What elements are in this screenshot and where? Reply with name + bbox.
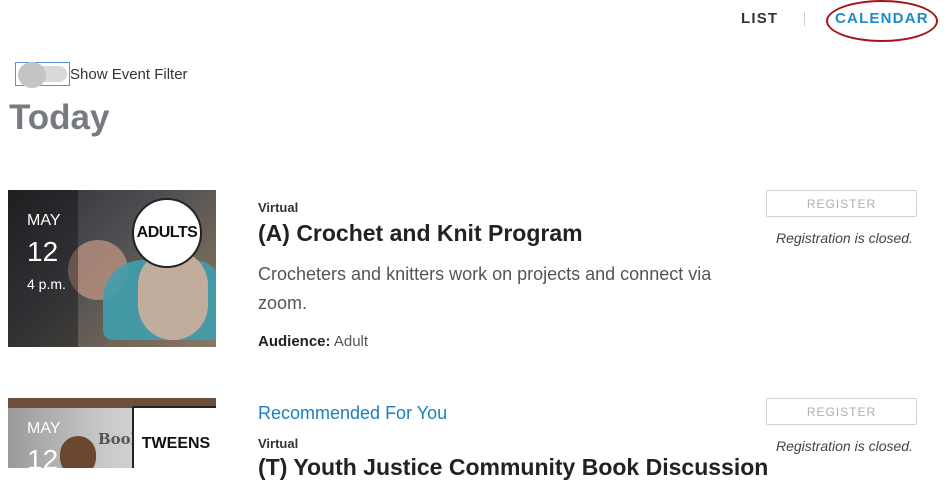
event-image[interactable]: Book CHA MAY 12 TWEENS: [8, 398, 216, 468]
event-title-link[interactable]: (T) Youth Justice Community Book Discuss…: [258, 454, 768, 481]
registration-status: Registration is closed.: [776, 230, 913, 246]
audience-value: Adult: [333, 333, 369, 350]
recommended-tag[interactable]: Recommended For You: [258, 403, 447, 424]
event-location: Virtual: [258, 436, 299, 451]
list-view-link[interactable]: LIST: [741, 10, 778, 27]
event-month: MAY: [27, 420, 61, 437]
toggle-knob: [18, 62, 46, 88]
nav-divider: [804, 12, 805, 26]
event-image[interactable]: MAY 12 4 p.m. ADULTS: [8, 190, 216, 347]
event-filter-toggle[interactable]: [15, 62, 70, 88]
audience-badge: ADULTS: [132, 198, 202, 268]
event-audience: Audience: Adult: [258, 333, 368, 350]
event-title-link[interactable]: (A) Crochet and Knit Program: [258, 220, 583, 247]
audience-badge: TWEENS: [132, 406, 216, 468]
event-day: 12: [27, 444, 59, 468]
calendar-view-link[interactable]: CALENDAR: [835, 10, 929, 27]
register-button[interactable]: REGISTER: [766, 190, 917, 217]
audience-label: Audience:: [258, 333, 331, 350]
event-day: 12: [27, 236, 59, 267]
page-title: Today: [9, 98, 110, 137]
event-month: MAY: [27, 212, 61, 229]
event-location: Virtual: [258, 200, 299, 215]
event-card: Book CHA MAY 12 TWEENS Recommended For Y…: [0, 398, 947, 481]
registration-status: Registration is closed.: [776, 438, 913, 454]
event-filter-label[interactable]: Show Event Filter: [70, 66, 188, 83]
event-card: MAY 12 4 p.m. ADULTS Virtual (A) Crochet…: [0, 190, 947, 360]
event-description: Crocheters and knitters work on projects…: [258, 264, 712, 313]
register-button[interactable]: REGISTER: [766, 398, 917, 425]
view-switcher: LIST CALENDAR: [0, 0, 947, 42]
event-time: 4 p.m.: [27, 276, 66, 292]
